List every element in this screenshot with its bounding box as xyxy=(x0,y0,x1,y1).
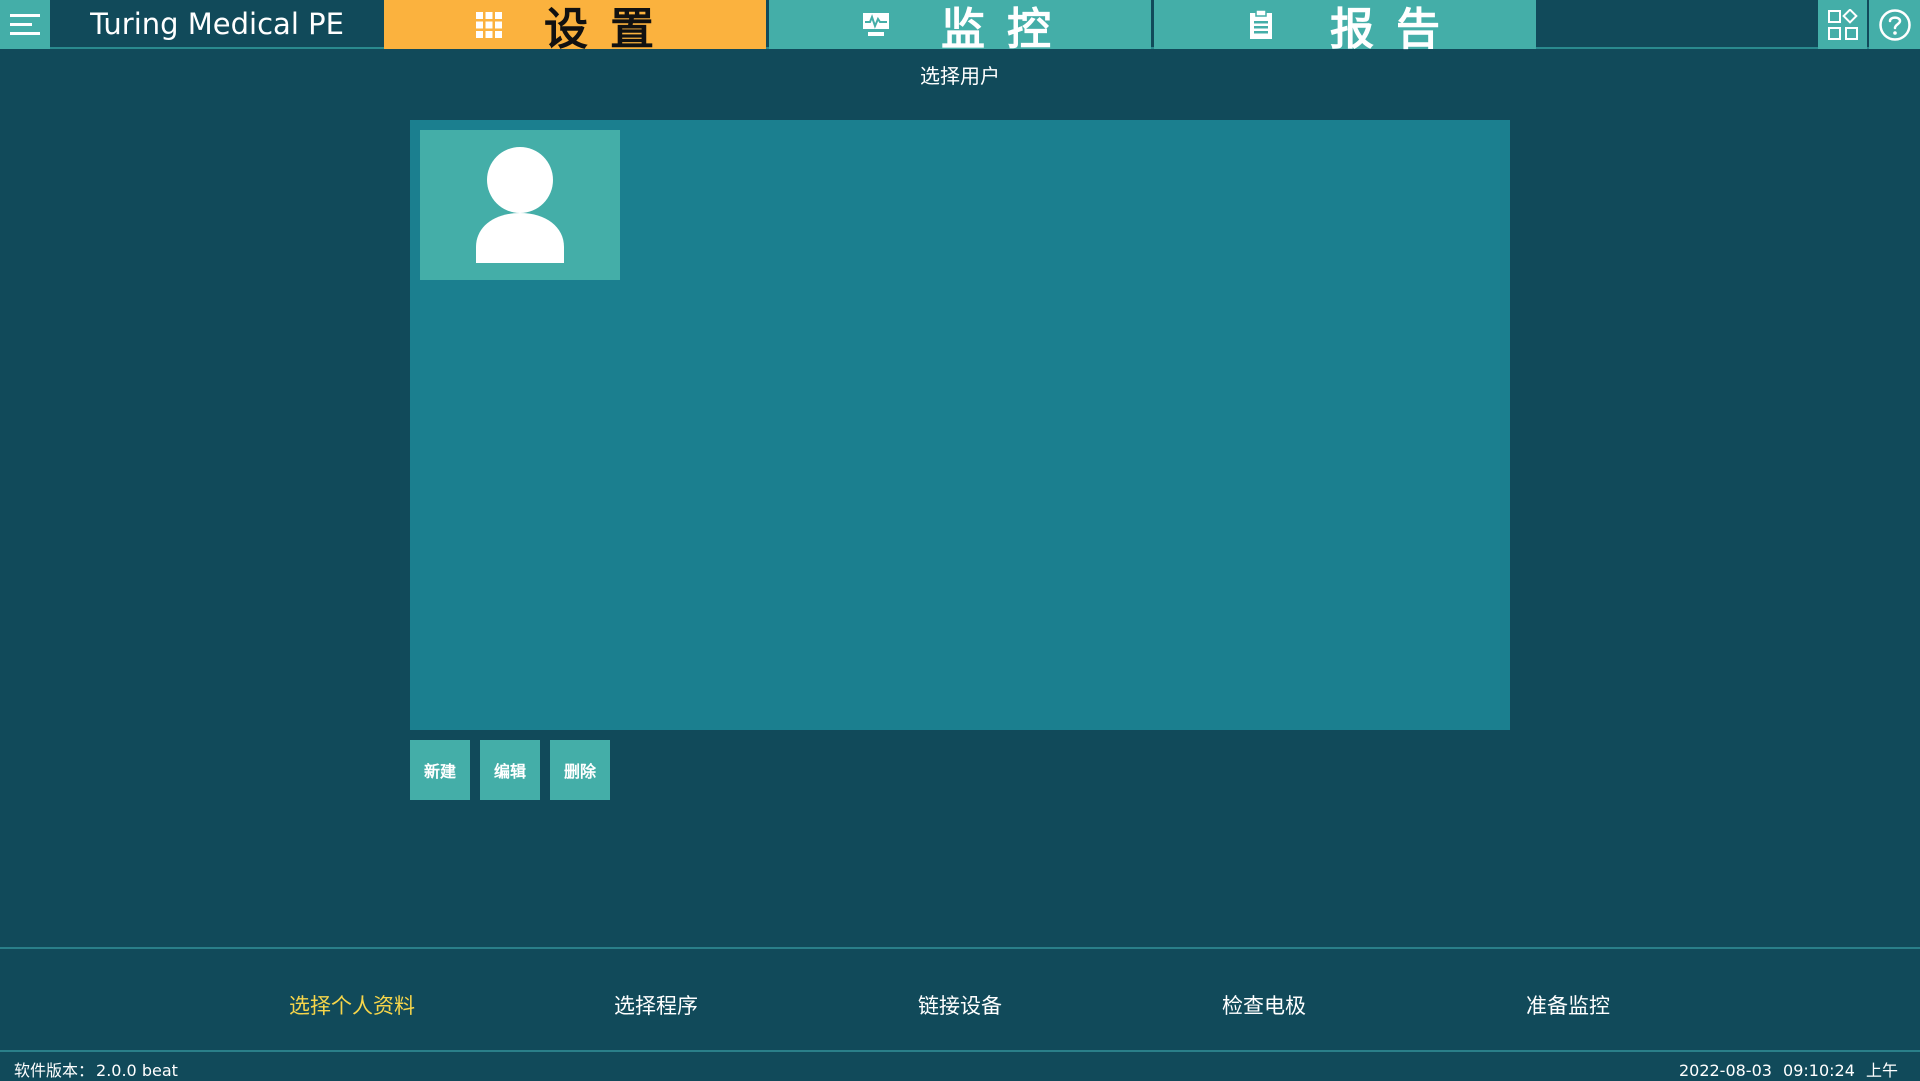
step-select-program[interactable]: 选择程序 xyxy=(546,990,766,1020)
user-actions: 新建 编辑 删除 xyxy=(410,740,610,800)
user-card[interactable] xyxy=(420,130,620,280)
new-button[interactable]: 新建 xyxy=(410,740,470,800)
clipboard-icon xyxy=(1244,8,1278,42)
monitor-icon xyxy=(859,8,893,42)
step-prepare-monitoring[interactable]: 准备监控 xyxy=(1458,990,1678,1020)
version-value: 2.0.0 beat xyxy=(96,1061,178,1080)
status-date: 2022-08-03 xyxy=(1678,1061,1772,1080)
version-label: 软件版本： xyxy=(14,1061,95,1080)
steps-divider xyxy=(0,947,1920,949)
status-time: 09:10:24 xyxy=(1783,1061,1855,1080)
hamburger-menu-icon[interactable] xyxy=(0,0,50,49)
datetime: 2022-08-03 09:10:24 上午 xyxy=(1679,1057,1898,1081)
tab-monitor-label: 监控 xyxy=(941,3,1073,55)
edit-button[interactable]: 编辑 xyxy=(480,740,540,800)
step-link-device[interactable]: 链接设备 xyxy=(850,990,1070,1020)
step-select-profile[interactable]: 选择个人资料 xyxy=(242,990,462,1020)
help-circle-icon[interactable] xyxy=(1869,0,1920,49)
step-check-electrodes[interactable]: 检查电极 xyxy=(1154,990,1374,1020)
page-title: 选择用户 xyxy=(920,64,1000,88)
status-bar: 软件版本： 2.0.0 beat 2022-08-03 09:10:24 上午 xyxy=(0,1050,1920,1081)
grid-icon xyxy=(472,8,506,42)
apps-grid-icon[interactable] xyxy=(1818,0,1867,49)
tab-monitor[interactable]: 监控 xyxy=(769,0,1151,55)
top-bar: Turing Medical PE 设置 监控 报告 xyxy=(0,0,1920,55)
software-version: 软件版本： 2.0.0 beat xyxy=(14,1057,178,1081)
user-avatar-icon xyxy=(476,147,564,263)
delete-button[interactable]: 删除 xyxy=(550,740,610,800)
tab-report-label: 报告 xyxy=(1330,3,1462,55)
tab-report[interactable]: 报告 xyxy=(1154,0,1536,55)
user-list-panel xyxy=(410,120,1510,730)
tab-settings[interactable]: 设置 xyxy=(384,0,766,55)
app-title: Turing Medical PE xyxy=(90,7,344,41)
workflow-steps: 选择个人资料 选择程序 链接设备 检查电极 准备监控 xyxy=(0,990,1920,1030)
tab-settings-label: 设置 xyxy=(544,3,676,55)
status-ampm: 上午 xyxy=(1865,1061,1898,1080)
